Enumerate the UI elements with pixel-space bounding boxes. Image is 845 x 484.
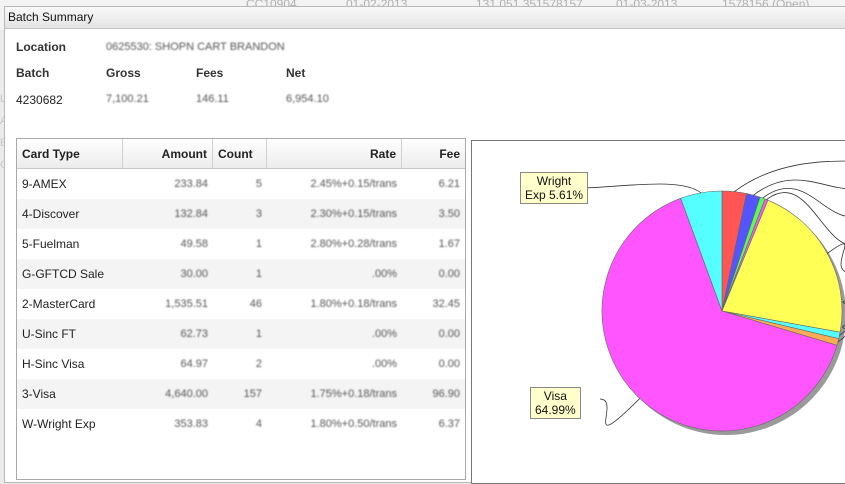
cell-card-type: 9-AMEX bbox=[22, 177, 67, 191]
cell-fee: 1.67 bbox=[438, 238, 460, 250]
table-row[interactable]: 5-Fuelman 49.58 1 2.80%+0.28/trans 1.67 bbox=[17, 229, 465, 259]
batch-summary-window: Batch Summary Location 0625530: SHOPN CA… bbox=[4, 6, 845, 484]
cell-card-type: 5-Fuelman bbox=[22, 237, 80, 251]
card-type-table: Card Type Amount Count Rate Fee 9-AMEX 23… bbox=[16, 138, 466, 480]
net-label: Net bbox=[286, 66, 306, 80]
cell-card-type: W-Wright Exp bbox=[22, 417, 96, 431]
cell-fee: 6.21 bbox=[438, 178, 460, 190]
table-row[interactable]: H-Sinc Visa 64.97 2 .00% 0.00 bbox=[17, 349, 465, 379]
leader-line bbox=[584, 183, 702, 194]
callout-line: Exp 5.61% bbox=[525, 188, 584, 202]
cell-rate: 1.75%+0.18/trans bbox=[310, 388, 397, 400]
callout-wright-exp: Wright Exp 5.61% bbox=[520, 172, 589, 204]
cell-card-type: U-Sinc FT bbox=[22, 327, 76, 341]
cell-card-type: 3-Visa bbox=[22, 387, 56, 401]
table-header: Card Type Amount Count Rate Fee bbox=[17, 139, 465, 169]
cell-rate: 2.30%+0.15/trans bbox=[310, 208, 397, 220]
cell-card-type: 2-MasterCard bbox=[22, 297, 96, 311]
net-value: 6,954.10 bbox=[286, 93, 329, 105]
cell-count: 5 bbox=[255, 178, 262, 190]
cell-amount: 49.58 bbox=[180, 238, 208, 250]
cell-amount: 132.84 bbox=[174, 208, 208, 220]
batch-label: Batch bbox=[16, 66, 50, 80]
cell-fee: 0.00 bbox=[438, 328, 460, 340]
cell-count: 3 bbox=[255, 208, 262, 220]
cell-fee: 6.37 bbox=[438, 418, 460, 430]
cell-count: 1 bbox=[255, 268, 262, 280]
cell-count: 2 bbox=[255, 358, 262, 370]
cell-rate: 1.80%+0.18/trans bbox=[310, 298, 397, 310]
table-row[interactable]: 2-MasterCard 1,535.51 46 1.80%+0.18/trans 32… bbox=[17, 289, 465, 319]
cell-count: 1 bbox=[255, 328, 262, 340]
column-header-amount[interactable]: Amount bbox=[123, 139, 213, 168]
cell-amount: 4,640.00 bbox=[165, 388, 208, 400]
leader-line bbox=[599, 398, 641, 426]
cell-fee: 0.00 bbox=[438, 358, 460, 370]
card-type-pie-chart: Wright Exp 5.61% Visa 64.99% bbox=[471, 140, 845, 484]
table-row[interactable]: 9-AMEX 233.84 5 2.45%+0.15/trans 6.21 bbox=[17, 169, 465, 199]
cell-card-type: G-GFTCD Sale bbox=[22, 267, 105, 281]
cell-count: 46 bbox=[249, 298, 262, 310]
callout-visa: Visa 64.99% bbox=[530, 387, 581, 419]
table-row[interactable]: 4-Discover 132.84 3 2.30%+0.15/trans 3.50 bbox=[17, 199, 465, 229]
table-row[interactable]: W-Wright Exp 353.83 4 1.80%+0.50/trans 6.37 bbox=[17, 409, 465, 439]
table-body: 9-AMEX 233.84 5 2.45%+0.15/trans 6.21 4-Disco… bbox=[17, 169, 465, 439]
table-row[interactable]: U-Sinc FT 62.73 1 .00% 0.00 bbox=[17, 319, 465, 349]
gross-label: Gross bbox=[106, 66, 141, 80]
cell-card-type: H-Sinc Visa bbox=[22, 357, 85, 371]
cell-rate: .00% bbox=[371, 328, 397, 340]
cell-amount: 30.00 bbox=[180, 268, 208, 280]
table-row[interactable]: G-GFTCD Sale 30.00 1 .00% 0.00 bbox=[17, 259, 465, 289]
leader-line bbox=[734, 160, 845, 192]
location-value: 0625530: SHOPN CART BRANDON bbox=[106, 41, 285, 53]
cell-fee: 96.90 bbox=[432, 388, 460, 400]
cell-fee: 32.45 bbox=[432, 298, 460, 310]
cell-amount: 1,535.51 bbox=[165, 298, 208, 310]
cell-count: 1 bbox=[255, 238, 262, 250]
cell-rate: .00% bbox=[371, 268, 397, 280]
cell-fee: 0.00 bbox=[438, 268, 460, 280]
gross-value: 7,100.21 bbox=[106, 93, 149, 105]
callout-line: Visa bbox=[543, 389, 567, 403]
callout-line: Wright bbox=[536, 174, 572, 188]
cell-rate: 2.45%+0.15/trans bbox=[310, 178, 397, 190]
location-label: Location bbox=[16, 40, 66, 54]
column-header-fee[interactable]: Fee bbox=[402, 139, 465, 168]
batch-value: 4230682 bbox=[16, 93, 63, 107]
cell-rate: 2.80%+0.28/trans bbox=[310, 238, 397, 250]
leader-line bbox=[753, 179, 845, 196]
cell-count: 4 bbox=[255, 418, 262, 430]
table-row[interactable]: 3-Visa 4,640.00 157 1.75%+0.18/trans 96.90 bbox=[17, 379, 465, 409]
cell-amount: 64.97 bbox=[180, 358, 208, 370]
cell-rate: .00% bbox=[371, 358, 397, 370]
column-header-count[interactable]: Count bbox=[213, 139, 267, 168]
cell-amount: 233.84 bbox=[174, 178, 208, 190]
cell-amount: 62.73 bbox=[180, 328, 208, 340]
cell-count: 157 bbox=[243, 388, 262, 400]
callout-line: 64.99% bbox=[535, 403, 576, 417]
cell-amount: 353.83 bbox=[174, 418, 208, 430]
fees-label: Fees bbox=[196, 66, 224, 80]
cell-card-type: 4-Discover bbox=[22, 207, 80, 221]
window-title[interactable]: Batch Summary bbox=[5, 7, 845, 29]
column-header-rate[interactable]: Rate bbox=[267, 139, 402, 168]
cell-fee: 3.50 bbox=[438, 208, 460, 220]
fees-value: 146.11 bbox=[196, 93, 229, 105]
column-header-card-type[interactable]: Card Type bbox=[17, 139, 123, 168]
cell-rate: 1.80%+0.50/trans bbox=[310, 418, 397, 430]
